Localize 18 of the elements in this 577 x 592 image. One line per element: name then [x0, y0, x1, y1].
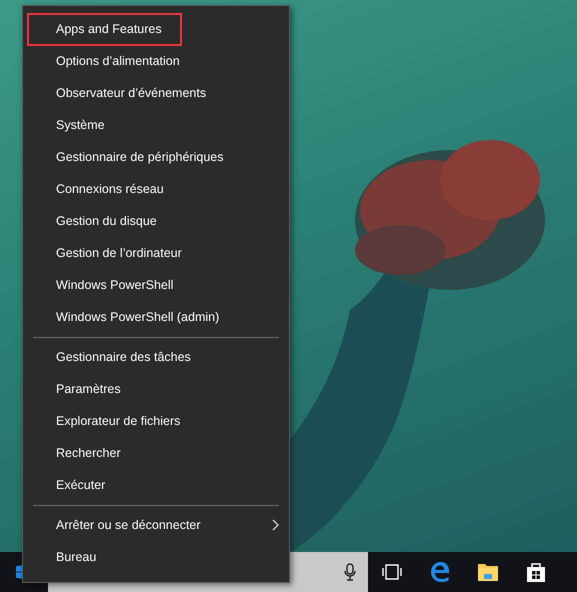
menu-item[interactable]: Rechercher — [23, 437, 289, 469]
menu-item[interactable]: Apps and Features — [23, 13, 289, 45]
menu-item[interactable]: Exécuter — [23, 469, 289, 501]
menu-item[interactable]: Bureau — [23, 541, 289, 573]
menu-item[interactable]: Système — [23, 109, 289, 141]
menu-item[interactable]: Paramètres — [23, 373, 289, 405]
menu-item[interactable]: Gestionnaire des tâches — [23, 341, 289, 373]
microphone-icon[interactable] — [344, 563, 356, 581]
menu-item[interactable]: Observateur d’événements — [23, 77, 289, 109]
menu-item[interactable]: Windows PowerShell (admin) — [23, 301, 289, 333]
menu-item[interactable]: Windows PowerShell — [23, 269, 289, 301]
menu-item[interactable]: Gestion du disque — [23, 205, 289, 237]
menu-item[interactable]: Options d’alimentation — [23, 45, 289, 77]
menu-item[interactable]: Arrêter ou se déconnecter — [23, 509, 289, 541]
menu-item[interactable]: Explorateur de fichiers — [23, 405, 289, 437]
menu-item[interactable]: Connexions réseau — [23, 173, 289, 205]
menu-item[interactable]: Gestionnaire de périphériques — [23, 141, 289, 173]
menu-item[interactable]: Gestion de l’ordinateur — [23, 237, 289, 269]
